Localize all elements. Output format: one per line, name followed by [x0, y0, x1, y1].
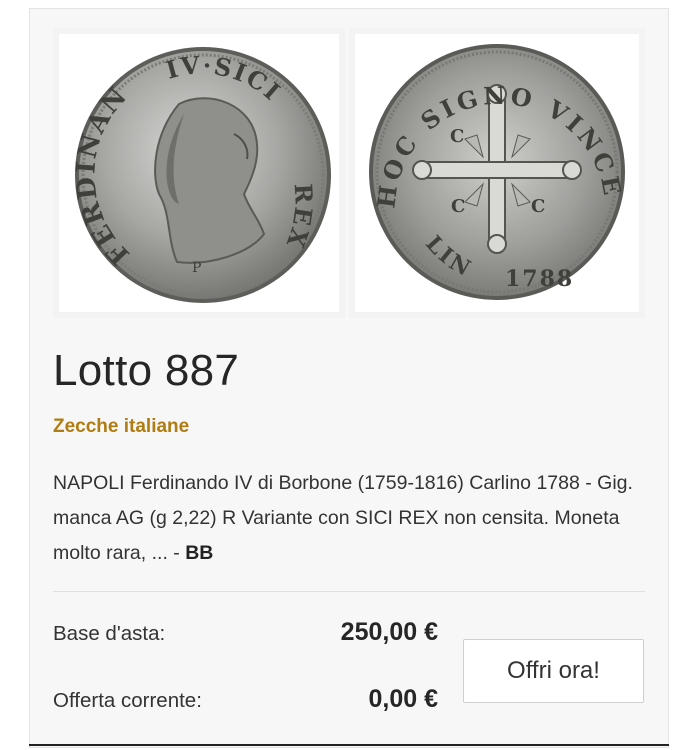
current-bid-label: Offerta corrente: — [53, 689, 202, 712]
reverse-year: 1788 — [505, 266, 574, 292]
coin-obverse-image[interactable]: FERDINAN IV·SICI REX P — [53, 28, 345, 318]
lot-title[interactable]: Lotto 887 — [53, 346, 239, 396]
lot-description: NAPOLI Ferdinando IV di Borbone (1759-18… — [53, 466, 649, 571]
lot-description-text: NAPOLI Ferdinando IV di Borbone (1759-18… — [53, 472, 633, 564]
reverse-letter-tl: C — [450, 126, 464, 147]
base-price-value: 250,00 € — [340, 618, 438, 646]
coin-reverse-image[interactable]: C C C HOC SIGNO VINCES LIN 1788 — [349, 28, 645, 318]
current-bid-value: 0,00 € — [368, 685, 438, 713]
reverse-letter-bl: C — [451, 196, 465, 217]
obverse-mint-mark: P — [192, 260, 201, 276]
base-price-label: Base d'asta: — [53, 622, 166, 645]
lot-grade: BB — [185, 542, 214, 564]
reverse-letter-br: C — [531, 196, 545, 217]
bottom-border — [29, 744, 669, 746]
divider — [53, 591, 645, 592]
lot-category[interactable]: Zecche italiane — [53, 416, 189, 438]
bid-now-button[interactable]: Offri ora! — [463, 639, 644, 703]
